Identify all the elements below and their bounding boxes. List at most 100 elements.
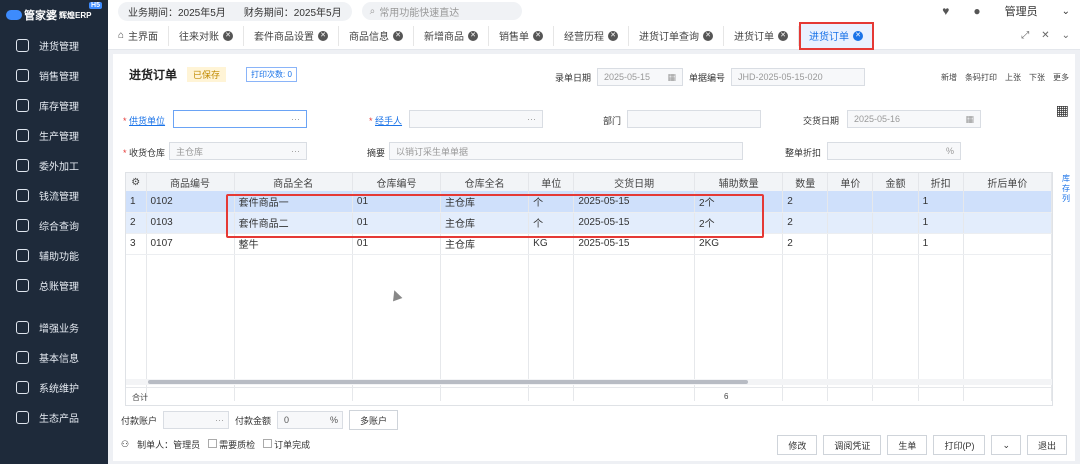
print-dropdown-button[interactable]: ⌄ xyxy=(991,435,1021,455)
tab-item[interactable]: 进货订单 ✕ xyxy=(724,25,800,46)
close-icon[interactable]: ✕ xyxy=(468,30,479,41)
tab-item[interactable]: 销售单 ✕ xyxy=(489,25,555,46)
sidebar-item-label: 系统维护 xyxy=(39,383,79,395)
sidebar-item[interactable]: 系统维护 xyxy=(0,372,108,402)
column-header: 金额 xyxy=(872,173,919,191)
supplier-field[interactable]: ··· xyxy=(173,110,307,128)
action-1[interactable]: 条码打印 xyxy=(965,72,997,83)
tab-item[interactable]: 商品信息 ✕ xyxy=(339,25,415,46)
close-icon[interactable]: ✕ xyxy=(533,30,544,41)
delivery-date-field[interactable]: 2025-05-16 ▦ xyxy=(847,110,981,128)
action-4[interactable]: 更多 xyxy=(1053,72,1069,83)
expand-icon[interactable]: ⤢ xyxy=(1021,30,1029,41)
close-icon[interactable]: ✕ xyxy=(853,30,864,41)
tab-item[interactable]: 新增商品 ✕ xyxy=(414,25,490,46)
dept-label: 部门 xyxy=(603,116,622,126)
summary-label: 摘要 xyxy=(367,148,386,158)
supplier-label[interactable]: 供货单位 xyxy=(129,116,165,126)
menu-icon xyxy=(16,320,29,334)
ellipsis-icon[interactable]: ··· xyxy=(291,146,300,156)
dept-field[interactable] xyxy=(627,110,761,128)
footer-button[interactable]: 调阅凭证 xyxy=(823,435,882,455)
sidebar-item[interactable]: 生态产品 xyxy=(0,402,108,432)
sidebar-item[interactable]: 增强业务 xyxy=(0,312,108,342)
table-cell: 1 xyxy=(126,191,147,213)
message-icon[interactable]: ● xyxy=(973,4,980,18)
chevron-down-icon[interactable]: ⌄ xyxy=(1062,30,1070,41)
handler-field[interactable]: ··· xyxy=(409,110,543,128)
multi-account-button[interactable]: 多账户 xyxy=(349,410,399,430)
close-icon[interactable]: ✕ xyxy=(318,30,329,41)
ellipsis-icon[interactable]: ··· xyxy=(527,114,536,124)
entry-date-label: 录单日期 xyxy=(555,72,592,83)
tab-item[interactable]: 套件商品设置 ✕ xyxy=(244,25,340,46)
footer-button[interactable]: 修改 xyxy=(777,435,818,455)
tab-item[interactable]: 经营历程 ✕ xyxy=(554,25,630,46)
total-row: 合计 6 xyxy=(126,387,1052,405)
entry-date-field[interactable]: 2025-05-15 ▦ xyxy=(597,68,684,86)
column-header: 仓库编号 xyxy=(352,173,442,191)
close-icon[interactable]: ✕ xyxy=(608,30,619,41)
table-cell: 2 xyxy=(126,212,147,234)
stock-column-toggle[interactable]: 库存列 xyxy=(1059,174,1073,204)
table-cell xyxy=(872,212,919,234)
close-icon[interactable]: ✕ xyxy=(393,30,404,41)
pay-account-field[interactable]: ··· xyxy=(163,411,230,429)
tab-item[interactable]: 进货订单查询 ✕ xyxy=(629,25,725,46)
sidebar-item[interactable]: 总账管理 xyxy=(0,270,108,300)
app-logo: 管家婆 辉煌ERP H5 xyxy=(0,0,108,30)
handler-label[interactable]: 经手人 xyxy=(375,116,402,126)
close-icon[interactable]: ✕ xyxy=(1041,30,1049,41)
action-2[interactable]: 上张 xyxy=(1005,72,1021,83)
sidebar-item[interactable]: 进货管理 xyxy=(0,30,108,60)
user-menu[interactable]: 管理员 xyxy=(1005,3,1038,19)
settings-icon[interactable]: ⚙ xyxy=(126,173,147,191)
action-0[interactable]: 新增 xyxy=(941,72,957,83)
sidebar-item[interactable]: 委外加工 xyxy=(0,150,108,180)
warehouse-field[interactable]: 主仓库 ··· xyxy=(169,142,307,160)
footer-button[interactable]: 打印(P) xyxy=(933,435,986,455)
heart-icon[interactable]: ♥ xyxy=(942,4,949,18)
tab-label: 主界面 xyxy=(128,32,159,43)
action-3[interactable]: 下张 xyxy=(1029,72,1045,83)
qrcode-icon[interactable]: ▦ xyxy=(1056,102,1069,119)
sidebar-item[interactable]: 生产管理 xyxy=(0,120,108,150)
close-icon[interactable]: ✕ xyxy=(223,30,234,41)
ellipsis-icon[interactable]: ··· xyxy=(291,114,300,124)
sidebar-item[interactable]: 钱流管理 xyxy=(0,180,108,210)
order-done-checkbox[interactable]: 订单完成 xyxy=(263,438,310,451)
sidebar-item[interactable]: 基本信息 xyxy=(0,342,108,372)
table-cell xyxy=(827,191,874,213)
tab-item[interactable]: 进货订单 ✕ xyxy=(799,21,875,50)
horizontal-scrollbar[interactable] xyxy=(126,379,1052,385)
sidebar-item-label: 辅助功能 xyxy=(39,251,79,263)
summary-field[interactable]: 以销订采生单单据 xyxy=(389,142,743,160)
sidebar-item[interactable]: 综合查询 xyxy=(0,210,108,240)
close-icon[interactable]: ✕ xyxy=(703,30,714,41)
pay-amount-field[interactable]: 0% xyxy=(277,411,344,429)
discount-field[interactable]: % xyxy=(827,142,961,160)
column-header: 仓库全名 xyxy=(440,173,530,191)
column-header: 单位 xyxy=(528,173,575,191)
scrollbar-thumb[interactable] xyxy=(148,380,748,384)
need-qc-checkbox[interactable]: 需要质检 xyxy=(208,438,255,451)
sidebar-item[interactable]: 库存管理 xyxy=(0,90,108,120)
tab-item[interactable]: ⌂ 主界面 xyxy=(108,25,170,46)
menu-icon xyxy=(16,410,29,424)
period-pill: 业务期间：2025年5月 财务期间：2025年5月 xyxy=(118,1,352,21)
table-cell xyxy=(963,233,1052,255)
close-icon[interactable]: ✕ xyxy=(778,30,789,41)
footer-button[interactable]: 退出 xyxy=(1026,435,1067,455)
doc-no-field: JHD-2025-05-15-020 xyxy=(731,68,866,86)
sidebar-item[interactable]: 销售管理 xyxy=(0,60,108,90)
search-input[interactable]: ⌕ 常用功能快速直达 xyxy=(361,2,522,20)
footer-button[interactable]: 生单 xyxy=(887,435,928,455)
chevron-down-icon[interactable]: ⌄ xyxy=(1062,6,1070,17)
tab-item[interactable]: 往来对账 ✕ xyxy=(169,25,245,46)
sidebar-item[interactable]: 辅助功能 xyxy=(0,240,108,270)
ellipsis-icon[interactable]: ··· xyxy=(215,415,224,425)
tab-label: 进货订单 xyxy=(809,32,850,43)
sidebar-item-label: 进货管理 xyxy=(39,41,79,53)
menu-icon xyxy=(16,248,29,262)
table-cell xyxy=(963,212,1052,234)
